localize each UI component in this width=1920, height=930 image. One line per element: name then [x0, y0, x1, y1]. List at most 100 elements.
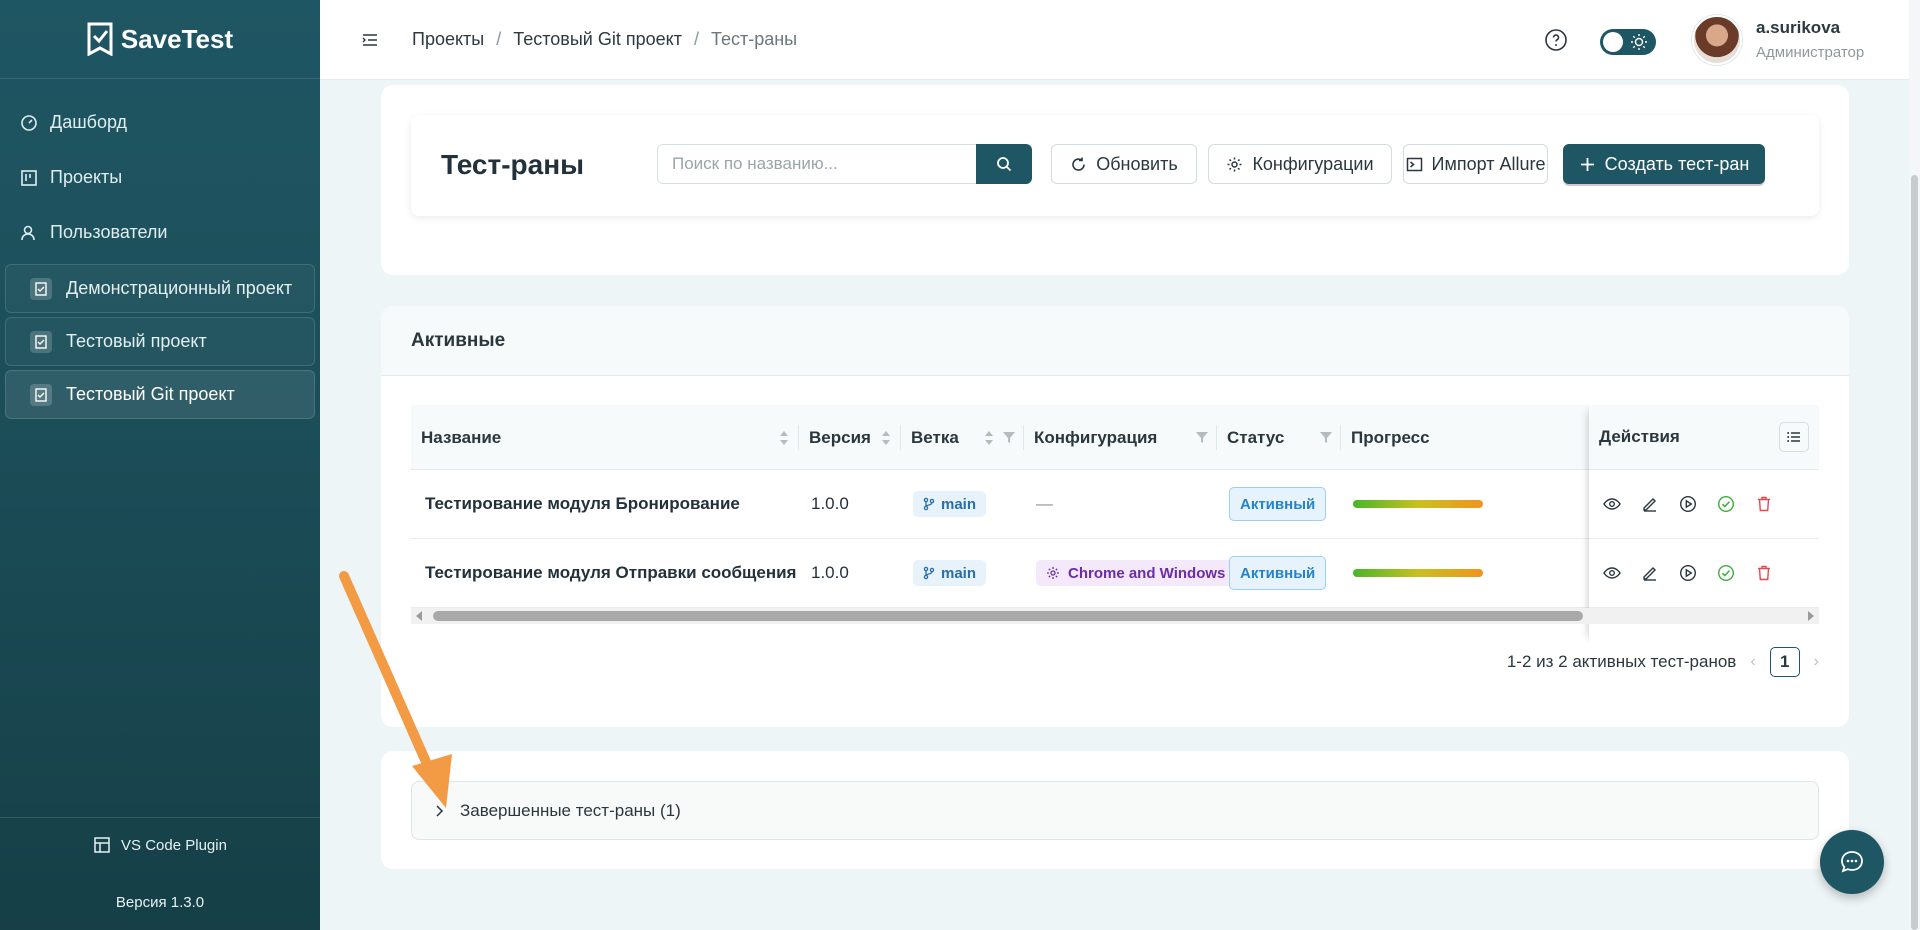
scrollbar-thumb[interactable] — [1911, 175, 1918, 930]
import-allure-button[interactable]: Импорт Allure — [1403, 144, 1548, 184]
column-version[interactable]: Версия — [799, 405, 901, 470]
testrun-progress — [1353, 470, 1483, 538]
filter-icon[interactable] — [1319, 430, 1333, 444]
project-item-test[interactable]: Тестовый проект — [5, 317, 315, 366]
testrun-progress — [1353, 539, 1483, 607]
nav-item-projects[interactable]: Проекты — [0, 150, 320, 205]
active-testruns-card: Активные Название Версия Ветка Конфигура… — [381, 306, 1849, 727]
menu-collapse-icon[interactable] — [360, 30, 380, 50]
list-icon — [1787, 432, 1800, 442]
next-page-icon[interactable]: › — [1814, 653, 1819, 671]
sort-icon[interactable] — [779, 430, 789, 446]
top-header: Проекты / Тестовый Git проект / Тест-ран… — [320, 0, 1909, 80]
branch-label: main — [941, 564, 977, 582]
configurations-button[interactable]: Конфигурации — [1208, 144, 1392, 184]
nav-item-users[interactable]: Пользователи — [0, 205, 320, 260]
table-horizontal-scrollbar[interactable] — [411, 608, 1819, 624]
sort-icon[interactable] — [881, 430, 891, 446]
config-label: Chrome and Windows 11 — [1068, 564, 1246, 582]
main-nav: Дашборд Проекты Пользователи Демонстраци… — [0, 79, 320, 419]
chat-button[interactable] — [1820, 830, 1884, 894]
project-icon — [30, 383, 52, 406]
breadcrumb-separator: / — [496, 29, 502, 49]
vscode-plugin-link[interactable]: VS Code Plugin — [0, 836, 320, 854]
view-icon[interactable] — [1603, 495, 1621, 513]
run-icon[interactable] — [1679, 564, 1697, 582]
complete-icon[interactable] — [1717, 495, 1735, 513]
pagination-summary: 1-2 из 2 активных тест-ранов — [1506, 652, 1737, 671]
logo-icon — [87, 22, 113, 56]
filter-icon[interactable] — [1195, 430, 1209, 444]
scroll-right-arrow[interactable] — [1808, 611, 1814, 621]
column-name[interactable]: Название — [411, 405, 799, 470]
testrun-version: 1.0.0 — [811, 563, 849, 582]
column-label: Версия — [809, 427, 871, 447]
completed-collapse-header[interactable]: Завершенные тест-раны (1) — [411, 781, 1819, 840]
progress-bar — [1353, 500, 1483, 508]
progress-bar — [1353, 569, 1483, 577]
column-settings-button[interactable] — [1779, 422, 1809, 452]
edit-icon[interactable] — [1641, 495, 1659, 513]
nav-item-dashboard[interactable]: Дашборд — [0, 95, 320, 150]
project-icon — [30, 330, 52, 353]
page-scrollbar[interactable] — [1909, 0, 1920, 930]
testrun-name[interactable]: Тестирование модуля Отправки сообщения — [425, 539, 796, 607]
branch-label: main — [941, 495, 977, 513]
config-tag: Chrome and Windows 11 — [1036, 560, 1256, 586]
search-button[interactable] — [976, 144, 1032, 184]
testrun-branch: main — [913, 470, 987, 538]
refresh-button[interactable]: Обновить — [1051, 144, 1197, 184]
testrun-version: 1.0.0 — [811, 494, 849, 513]
testrun-branch: main — [913, 539, 987, 607]
project-icon — [30, 277, 52, 300]
sidebar-footer: VS Code Plugin Версия 1.3.0 — [0, 817, 320, 930]
delete-icon[interactable] — [1755, 564, 1773, 582]
plugin-icon — [94, 837, 110, 853]
nav-label: Дашборд — [50, 112, 128, 132]
search-icon — [997, 157, 1012, 172]
theme-toggle[interactable] — [1600, 29, 1656, 55]
app-logo[interactable]: SaveTest — [0, 0, 320, 79]
column-status[interactable]: Статус — [1217, 405, 1341, 470]
column-configuration[interactable]: Конфигурация — [1024, 405, 1217, 470]
breadcrumb-projects[interactable]: Проекты — [412, 29, 484, 50]
delete-icon[interactable] — [1755, 495, 1773, 513]
breadcrumb-project[interactable]: Тестовый Git проект — [513, 29, 682, 50]
avatar[interactable] — [1692, 15, 1742, 65]
complete-icon[interactable] — [1717, 564, 1735, 582]
help-icon[interactable] — [1544, 28, 1568, 52]
testrun-status: Активный — [1229, 539, 1327, 607]
project-item-demo[interactable]: Демонстрационный проект — [5, 264, 315, 313]
project-label: Тестовый проект — [66, 331, 207, 351]
run-icon[interactable] — [1679, 495, 1697, 513]
status-badge: Активный — [1229, 487, 1327, 521]
testrun-status: Активный — [1229, 470, 1327, 538]
edit-icon[interactable] — [1641, 564, 1659, 582]
page-button[interactable]: 1 — [1769, 647, 1800, 677]
sort-icon[interactable] — [984, 430, 994, 446]
breadcrumb-separator: / — [693, 29, 699, 49]
view-icon[interactable] — [1603, 564, 1621, 582]
search-input[interactable]: Поиск по названию... — [657, 144, 977, 184]
testrun-name[interactable]: Тестирование модуля Бронирование — [425, 470, 740, 538]
create-testrun-button[interactable]: Создать тест-ран — [1563, 144, 1765, 184]
gear-icon — [1227, 157, 1242, 171]
column-label: Название — [421, 427, 502, 447]
nav-label: Проекты — [50, 167, 123, 187]
row-actions — [1589, 539, 1819, 608]
user-name[interactable]: a.surikova — [1756, 18, 1840, 38]
plugin-label: VS Code Plugin — [121, 836, 227, 854]
annotation-arrow — [339, 571, 452, 808]
projects-icon — [21, 169, 37, 186]
git-branch-icon — [923, 497, 935, 511]
project-item-git[interactable]: Тестовый Git проект — [5, 370, 315, 419]
filter-icon[interactable] — [1002, 430, 1016, 444]
scrollbar-thumb[interactable] — [433, 611, 1583, 621]
column-actions: Действия — [1589, 405, 1819, 470]
branch-tag: main — [913, 491, 987, 517]
prev-page-icon[interactable]: ‹ — [1750, 653, 1755, 671]
column-branch[interactable]: Ветка — [901, 405, 1024, 470]
plus-icon — [1580, 157, 1594, 171]
users-icon — [21, 225, 35, 240]
testruns-table: Название Версия Ветка Конфигурация Стату… — [411, 405, 1819, 643]
